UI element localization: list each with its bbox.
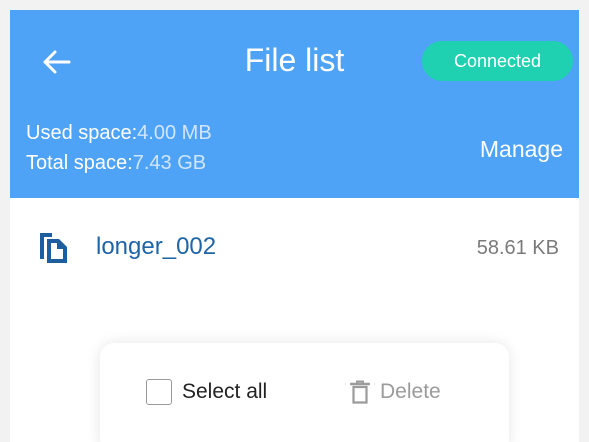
total-space-value: 7.43 GB: [132, 152, 207, 174]
total-space-line: Total space:7.43 GB: [26, 148, 212, 178]
trash-icon: [350, 380, 370, 404]
file-name: longer_002: [96, 233, 217, 260]
select-all-label: Select all: [182, 380, 268, 403]
delete-label: Delete: [380, 380, 441, 403]
select-all-checkbox[interactable]: [146, 379, 172, 405]
used-space-value: 4.00 MB: [137, 122, 212, 144]
file-list-item[interactable]: longer_002 58.61 KB: [10, 220, 579, 272]
delete-button[interactable]: Delete: [350, 376, 441, 408]
arrow-left-icon: [43, 50, 71, 74]
back-button[interactable]: [36, 42, 76, 82]
used-space-line: Used space:4.00 MB: [26, 118, 212, 148]
file-list-screen: File list Connected Used space:4.00 MB T…: [10, 10, 579, 442]
file-copy-icon: [40, 233, 67, 263]
select-all-control[interactable]: Select all: [146, 376, 267, 408]
manage-button[interactable]: Manage: [480, 134, 563, 164]
storage-info: Used space:4.00 MB Total space:7.43 GB: [26, 118, 212, 178]
bottom-action-bar: Select all Delete: [100, 343, 509, 442]
connection-status-badge: Connected: [422, 41, 573, 81]
used-space-label: Used space:: [26, 122, 138, 144]
header: File list Connected Used space:4.00 MB T…: [10, 10, 579, 198]
total-space-label: Total space:: [26, 152, 133, 174]
file-size: 58.61 KB: [476, 237, 559, 259]
